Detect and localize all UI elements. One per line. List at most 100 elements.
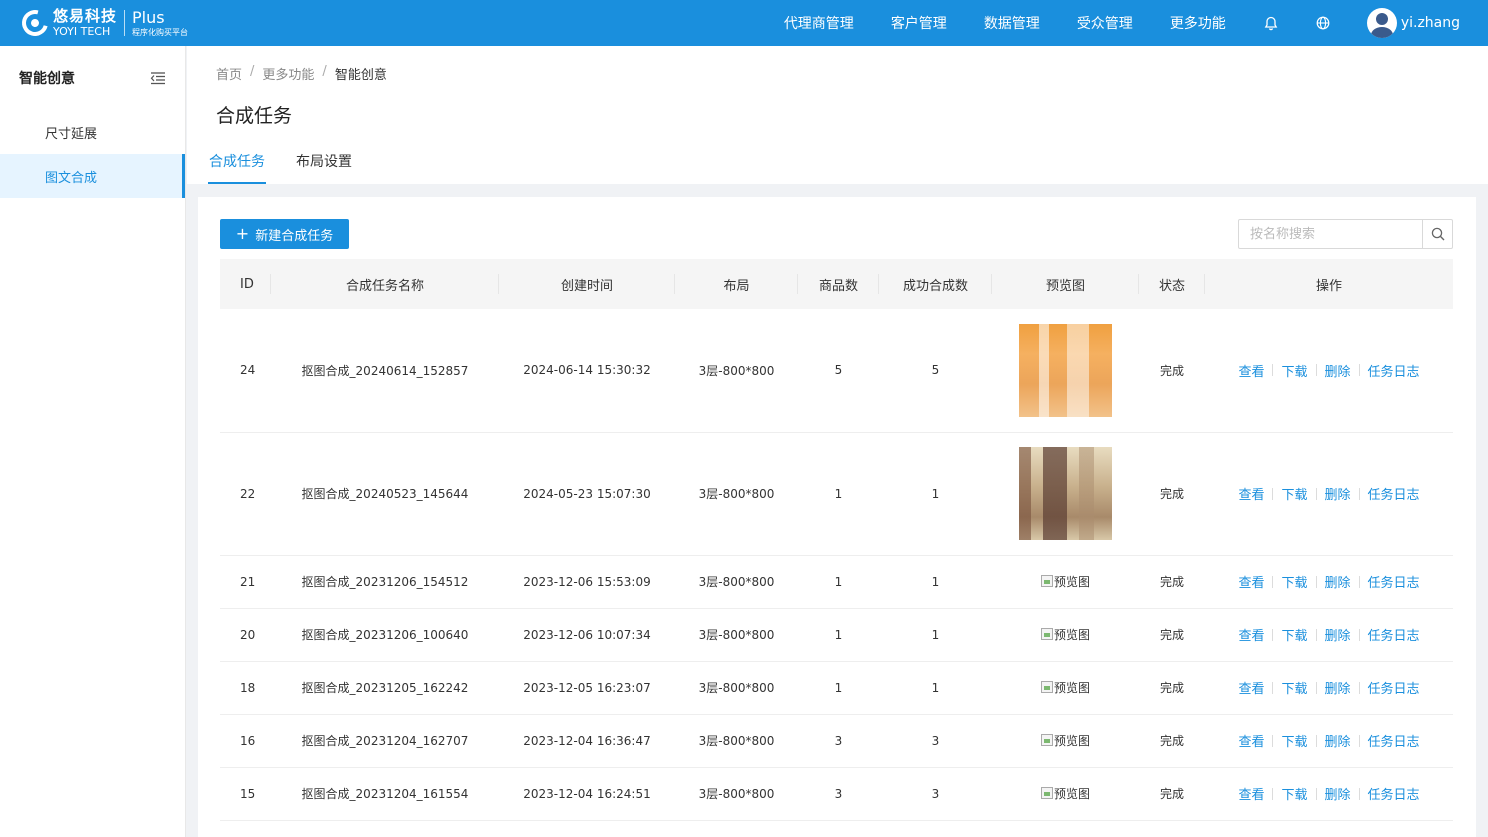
breadcrumb-home[interactable]: 首页 (216, 64, 242, 83)
breadcrumb: 首页 / 更多功能 / 智能创意 (216, 64, 387, 83)
broken-preview-image[interactable]: 预览图 (1040, 679, 1090, 696)
action-divider (1358, 787, 1360, 800)
download-link[interactable]: 下载 (1281, 731, 1307, 750)
page-header: 首页 / 更多功能 / 智能创意 合成任务 合成任务 布局设置 (187, 46, 1488, 184)
table-row: 15 抠图合成_20231204_161554 2023-12-04 16:24:5… (220, 767, 1453, 821)
delete-link[interactable]: 删除 (1325, 572, 1351, 591)
nav-agency-management[interactable]: 代理商管理 (784, 13, 854, 33)
row-actions: 查看 下载 删除 任务日志 (1238, 678, 1420, 697)
action-divider (1315, 681, 1317, 694)
view-link[interactable]: 查看 (1238, 678, 1264, 697)
sidebar-item-size-extension[interactable]: 尺寸延展 (0, 110, 185, 154)
cell-status: 完成 (1139, 714, 1205, 768)
nav-data-management[interactable]: 数据管理 (984, 13, 1040, 33)
view-link[interactable]: 查看 (1238, 784, 1264, 803)
cell-id: 20 (220, 608, 271, 662)
action-divider (1358, 575, 1360, 588)
task-log-link[interactable]: 任务日志 (1368, 731, 1420, 750)
cell-status: 完成 (1139, 432, 1205, 556)
action-divider (1315, 787, 1317, 800)
delete-link[interactable]: 删除 (1325, 361, 1351, 380)
cell-created: 2023-12-04 16:36:47 (499, 714, 675, 768)
new-composite-task-button[interactable]: + 新建合成任务 (220, 219, 349, 249)
cell-status: 完成 (1139, 608, 1205, 662)
logo-divider (124, 10, 126, 36)
task-log-link[interactable]: 任务日志 (1368, 625, 1420, 644)
broken-preview-image[interactable]: 预览图 (1040, 785, 1090, 802)
broken-image-icon (1040, 787, 1053, 800)
view-link[interactable]: 查看 (1238, 625, 1264, 644)
cell-actions: 查看 下载 删除 任务日志 (1205, 767, 1453, 821)
broken-preview-image[interactable]: 预览图 (1040, 626, 1090, 643)
column-header-preview: 预览图 (992, 259, 1139, 309)
column-header-created: 创建时间 (499, 259, 675, 309)
cell-actions: 查看 下载 删除 任务日志 (1205, 432, 1453, 556)
cell-success: 5 (879, 309, 992, 433)
bell-icon[interactable] (1263, 15, 1279, 31)
preview-alt-text: 预览图 (1053, 786, 1090, 801)
search-icon (1431, 227, 1444, 241)
download-link[interactable]: 下载 (1281, 678, 1307, 697)
table-row: 20 抠图合成_20231206_100640 2023-12-06 10:07:3… (220, 608, 1453, 662)
delete-link[interactable]: 删除 (1325, 625, 1351, 644)
avatar (1366, 8, 1397, 38)
menu-collapse-icon[interactable] (150, 71, 166, 85)
download-link[interactable]: 下载 (1281, 484, 1307, 503)
breadcrumb-more-features[interactable]: 更多功能 (262, 64, 314, 83)
row-actions: 查看 下载 删除 任务日志 (1238, 784, 1420, 803)
delete-link[interactable]: 删除 (1325, 484, 1351, 503)
cell-created: 2023-12-05 16:23:07 (499, 661, 675, 715)
column-header-layout: 布局 (675, 259, 798, 309)
delete-link[interactable]: 删除 (1325, 784, 1351, 803)
search-button[interactable] (1422, 220, 1452, 248)
nav-audience-management[interactable]: 受众管理 (1077, 13, 1133, 33)
task-log-link[interactable]: 任务日志 (1368, 784, 1420, 803)
action-divider (1358, 487, 1360, 500)
cell-id: 21 (220, 555, 271, 609)
action-divider (1358, 734, 1360, 747)
download-link[interactable]: 下载 (1281, 625, 1307, 644)
broken-image-icon (1040, 575, 1053, 588)
brand-logo[interactable]: 悠易科技 YOYI TECH Plus 程序化购买平台 (17, 5, 188, 41)
top-bar: 悠易科技 YOYI TECH Plus 程序化购买平台 代理商管理 客户管理 数… (0, 0, 1488, 46)
cell-status: 完成 (1139, 767, 1205, 821)
cell-layout: 3层-800*800 (675, 608, 798, 662)
task-log-link[interactable]: 任务日志 (1368, 678, 1420, 697)
task-table: ID 合成任务名称 创建时间 布局 商品数 成功合成数 预览图 状态 操作 24… (220, 259, 1453, 821)
tab-composite-tasks[interactable]: 合成任务 (208, 150, 266, 184)
product-name: Plus (132, 7, 165, 27)
view-link[interactable]: 查看 (1238, 572, 1264, 591)
download-link[interactable]: 下载 (1281, 361, 1307, 380)
cell-products: 3 (798, 714, 879, 768)
nav-customer-management[interactable]: 客户管理 (891, 13, 947, 33)
action-divider (1272, 575, 1274, 588)
action-divider (1272, 628, 1274, 641)
task-log-link[interactable]: 任务日志 (1368, 572, 1420, 591)
view-link[interactable]: 查看 (1238, 484, 1264, 503)
delete-link[interactable]: 删除 (1325, 731, 1351, 750)
row-actions: 查看 下载 删除 任务日志 (1238, 361, 1420, 380)
search-input[interactable] (1239, 220, 1422, 248)
cell-success: 1 (879, 432, 992, 556)
nav-more-features[interactable]: 更多功能 (1170, 13, 1226, 33)
cell-preview: 预览图 (992, 555, 1139, 609)
globe-icon[interactable] (1315, 15, 1331, 31)
column-header-success: 成功合成数 (879, 259, 992, 309)
user-menu[interactable]: yi.zhang (1366, 8, 1460, 38)
action-divider (1272, 681, 1274, 694)
view-link[interactable]: 查看 (1238, 731, 1264, 750)
sidebar-item-image-text-composite[interactable]: 图文合成 (0, 154, 185, 198)
download-link[interactable]: 下载 (1281, 572, 1307, 591)
task-log-link[interactable]: 任务日志 (1368, 361, 1420, 380)
broken-preview-image[interactable]: 预览图 (1040, 573, 1090, 590)
view-link[interactable]: 查看 (1238, 361, 1264, 380)
delete-link[interactable]: 删除 (1325, 678, 1351, 697)
preview-thumbnail[interactable] (1019, 447, 1112, 540)
broken-preview-image[interactable]: 预览图 (1040, 732, 1090, 749)
preview-thumbnail[interactable] (1019, 323, 1112, 417)
task-log-link[interactable]: 任务日志 (1368, 484, 1420, 503)
tab-layout-settings[interactable]: 布局设置 (295, 150, 353, 184)
download-link[interactable]: 下载 (1281, 784, 1307, 803)
action-divider (1315, 487, 1317, 500)
logo-icon (17, 5, 53, 41)
